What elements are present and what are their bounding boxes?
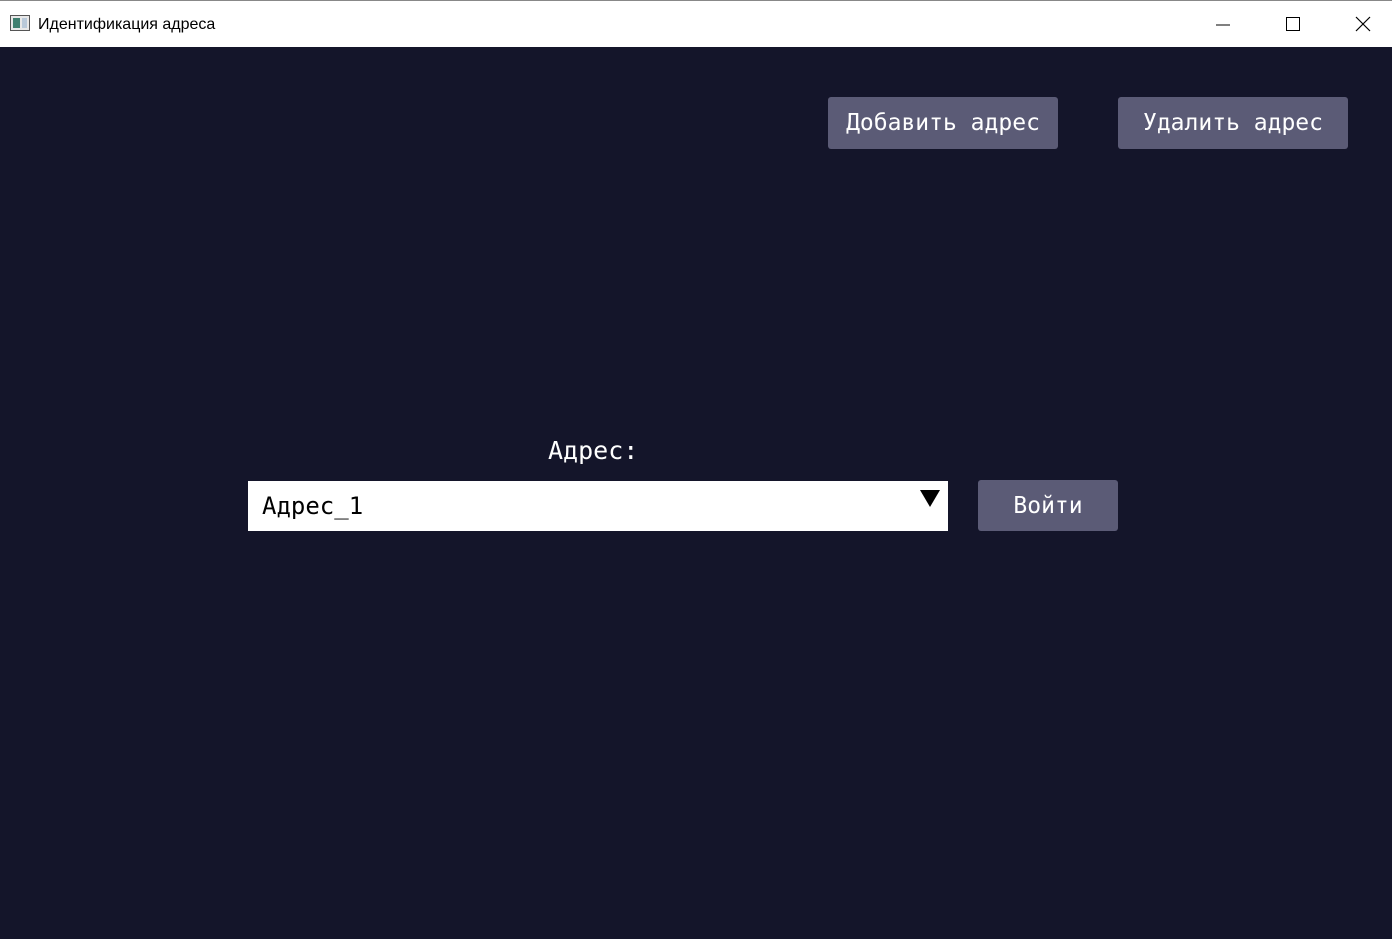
maximize-icon bbox=[1286, 17, 1300, 31]
address-select[interactable]: Адрес_1 bbox=[248, 481, 948, 531]
delete-address-button[interactable]: Удалить адрес bbox=[1118, 97, 1348, 149]
app-icon bbox=[10, 15, 30, 31]
minimize-icon bbox=[1216, 24, 1230, 26]
address-label: Адрес: bbox=[548, 436, 639, 465]
close-button[interactable] bbox=[1328, 1, 1392, 47]
maximize-button[interactable] bbox=[1258, 1, 1328, 47]
main-content: Добавить адрес Удалить адрес Адрес: Адре… bbox=[0, 47, 1392, 939]
window-title: Идентификация адреса bbox=[38, 16, 216, 33]
minimize-button[interactable] bbox=[1188, 1, 1258, 47]
dropdown-arrow-icon[interactable] bbox=[919, 489, 941, 509]
login-button[interactable]: Войти bbox=[978, 480, 1118, 531]
app-window: Идентификация адреса Добавить адрес Удал… bbox=[0, 0, 1392, 939]
add-address-button[interactable]: Добавить адрес bbox=[828, 97, 1058, 149]
address-select-value: Адрес_1 bbox=[262, 492, 364, 520]
title-bar[interactable]: Идентификация адреса bbox=[0, 0, 1392, 47]
close-icon bbox=[1355, 16, 1371, 32]
